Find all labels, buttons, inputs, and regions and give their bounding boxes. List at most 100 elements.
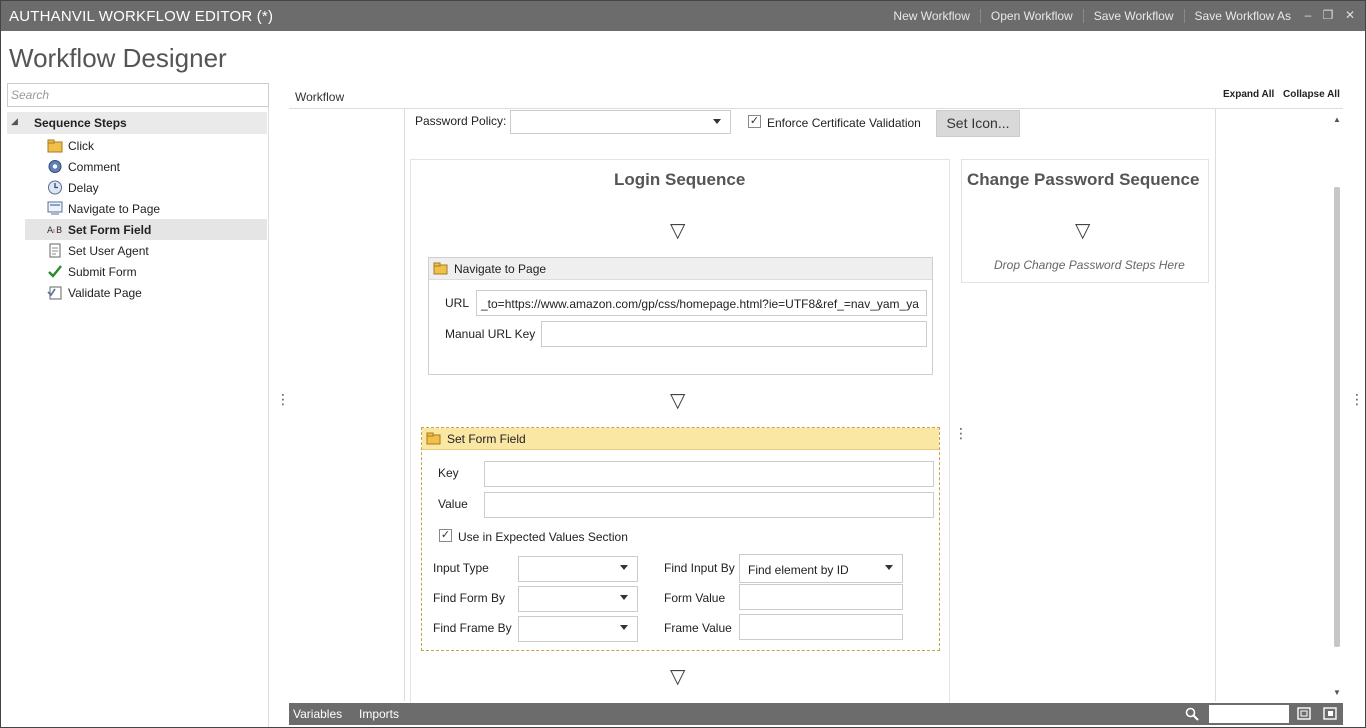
set-form-field-activity[interactable]: Set Form Field Key Value ✓ Use in Expect… [421, 427, 940, 651]
form-value-input[interactable] [739, 584, 903, 610]
url-input[interactable]: _to=https://www.amazon.com/gp/css/homepa… [476, 290, 927, 316]
fit-to-screen-icon[interactable] [1296, 706, 1312, 721]
chevron-down-icon [713, 119, 721, 124]
drop-point-triangle-icon[interactable]: ▽ [670, 391, 685, 411]
login-sequence-title: Login Sequence [614, 170, 746, 189]
save-workflow-as-button[interactable]: Save Workflow As [1183, 9, 1301, 23]
sidebar-item-label: Comment [68, 160, 121, 174]
find-input-by-select[interactable]: Find element by ID [739, 554, 903, 583]
value-label: Value [438, 497, 468, 511]
find-form-by-label: Find Form By [433, 591, 506, 605]
sidebar-item-submit-form[interactable]: Submit Form [25, 261, 267, 282]
find-frame-by-select[interactable] [518, 616, 638, 642]
sidebar-item-label: Click [68, 139, 94, 153]
sidebar-item-label: Validate Page [68, 286, 142, 300]
sidebar-item-delay[interactable]: Delay [25, 177, 267, 198]
password-policy-label: Password Policy: [415, 114, 507, 128]
tree-root-label: Sequence Steps [34, 116, 127, 130]
right-splitter-handle[interactable]: ⋮ [1350, 392, 1364, 406]
sidebar-item-click[interactable]: Click [25, 135, 267, 156]
sidebar-item-label: Set Form Field [68, 223, 152, 237]
sidebar-item-label: Set User Agent [68, 244, 149, 258]
enforce-certificate-checkbox[interactable]: ✓ [748, 115, 761, 128]
folder-icon [433, 262, 448, 275]
sidebar-item-label: Delay [68, 181, 99, 195]
activity-title: Set Form Field [447, 432, 526, 446]
navigate-icon [47, 201, 63, 215]
expand-triangle-icon[interactable]: ◢ [11, 116, 18, 127]
navigate-to-page-activity[interactable]: Navigate to Page URL _to=https://www.ama… [428, 257, 933, 375]
find-frame-by-label: Find Frame By [433, 621, 512, 635]
scroll-down-icon[interactable]: ▼ [1333, 688, 1341, 697]
manual-url-key-input[interactable] [541, 321, 927, 347]
folder-icon [426, 432, 441, 445]
url-label: URL [445, 296, 470, 310]
save-workflow-button[interactable]: Save Workflow [1082, 9, 1184, 23]
title-bar: AUTHANVIL WORKFLOW EDITOR (*) New Workfl… [1, 1, 1365, 31]
activity-header: Set Form Field [422, 428, 939, 450]
overview-map-icon[interactable] [1322, 706, 1338, 721]
expand-all-button[interactable]: Expand All [1223, 89, 1274, 100]
sidebar-item-label: Navigate to Page [68, 202, 161, 216]
checkmark-icon [48, 265, 62, 278]
tab-imports[interactable]: Imports [359, 707, 399, 721]
minimize-icon[interactable]: – [1299, 8, 1317, 22]
drop-hint: Drop Change Password Steps Here [994, 258, 1185, 272]
use-expected-values-checkbox[interactable]: ✓ [439, 529, 452, 542]
activity-header: Navigate to Page [429, 258, 932, 280]
chevron-down-icon[interactable]: ▼ [1273, 708, 1282, 718]
chevron-down-icon [885, 565, 893, 570]
scrollbar-thumb[interactable] [1334, 187, 1340, 647]
value-input[interactable] [484, 492, 934, 518]
input-type-select[interactable] [518, 556, 638, 582]
chevron-down-icon [620, 565, 628, 570]
collapse-all-button[interactable]: Collapse All [1283, 89, 1340, 100]
restore-icon[interactable]: ❐ [1319, 8, 1337, 22]
enforce-certificate-label: Enforce Certificate Validation [767, 116, 921, 130]
vertical-scrollbar[interactable]: ▲ ▼ [1331, 113, 1343, 699]
clock-icon [48, 180, 62, 195]
activity-drag-handle[interactable]: ⋮ [954, 426, 968, 440]
tab-variables[interactable]: Variables [293, 707, 342, 721]
new-workflow-button[interactable]: New Workflow [883, 9, 979, 23]
left-splitter-handle[interactable]: ⋮ [276, 392, 290, 406]
set-icon-button[interactable]: Set Icon... [936, 110, 1020, 137]
folder-icon [47, 139, 63, 153]
input-type-label: Input Type [433, 561, 489, 575]
find-input-by-label: Find Input By [664, 561, 735, 575]
find-form-by-select[interactable] [518, 586, 638, 612]
app-window: AUTHANVIL WORKFLOW EDITOR (*) New Workfl… [0, 0, 1366, 728]
search-input[interactable]: Search [7, 83, 269, 107]
manual-url-key-label: Manual URL Key [445, 327, 536, 341]
bottom-bar: Variables Imports ▼ [289, 703, 1343, 725]
document-icon [49, 243, 61, 258]
sidebar-item-set-form-field[interactable]: AıB Set Form Field [25, 219, 267, 240]
drop-point-triangle-icon[interactable]: ▽ [1075, 221, 1090, 241]
sidebar-item-validate-page[interactable]: Validate Page [25, 282, 267, 303]
page-title: Workflow Designer [9, 43, 227, 73]
drop-point-triangle-icon[interactable]: ▽ [670, 667, 685, 687]
password-policy-select[interactable] [510, 110, 731, 134]
sidebar-item-set-user-agent[interactable]: Set User Agent [25, 240, 267, 261]
sidebar-item-navigate-to-page[interactable]: Navigate to Page [25, 198, 267, 219]
frame-value-input[interactable] [739, 614, 903, 640]
key-input[interactable] [484, 461, 934, 487]
chevron-down-icon [620, 625, 628, 630]
sidebar-item-label: Submit Form [68, 265, 137, 279]
open-workflow-button[interactable]: Open Workflow [979, 9, 1083, 23]
validate-icon [47, 286, 62, 300]
frame-value-label: Frame Value [664, 621, 732, 635]
sidebar-item-comment[interactable]: Comment [25, 156, 267, 177]
tree-root-sequence-steps[interactable]: ◢ Sequence Steps [7, 112, 267, 134]
workflow-breadcrumb: Workflow [295, 90, 345, 104]
activity-title: Navigate to Page [454, 262, 547, 276]
sidebar: Search ◢ Sequence Steps Click Comment De… [7, 83, 269, 727]
scroll-up-icon[interactable]: ▲ [1333, 115, 1341, 124]
search-icon[interactable] [1185, 707, 1199, 721]
drop-point-triangle-icon[interactable]: ▽ [670, 221, 685, 241]
use-expected-values-label: Use in Expected Values Section [458, 530, 628, 544]
ab-text-icon: AıB [47, 226, 62, 236]
chevron-down-icon [620, 595, 628, 600]
change-password-sequence-title: Change Password Sequence [967, 170, 1200, 189]
close-icon[interactable]: ✕ [1341, 8, 1359, 22]
